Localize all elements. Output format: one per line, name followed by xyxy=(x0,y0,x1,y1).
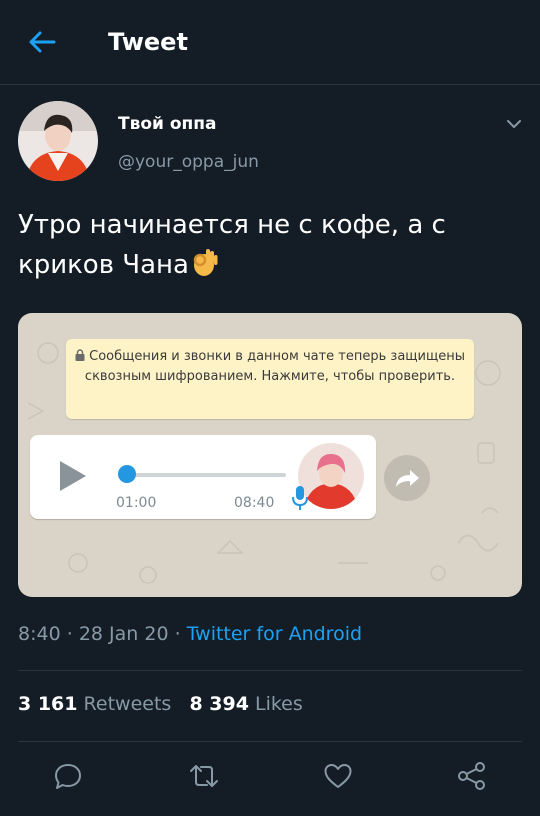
tweet-source-link[interactable]: Twitter for Android xyxy=(187,623,362,645)
tweet-timestamp: 8:40 · 28 Jan 20 · Twitter for Android xyxy=(18,623,362,645)
share-icon[interactable] xyxy=(456,760,488,792)
tweet-time: 8:40 xyxy=(18,623,61,645)
likes-count: 8 394 xyxy=(189,693,249,715)
forward-icon xyxy=(396,470,419,487)
voice-progress-knob[interactable] xyxy=(118,465,136,483)
forward-button[interactable] xyxy=(384,455,430,501)
likes-stat[interactable]: 8 394 Likes xyxy=(189,693,302,715)
author-name[interactable]: Твой оппа xyxy=(118,114,217,134)
voice-sent-time: 08:40 xyxy=(234,495,275,511)
divider xyxy=(18,741,522,742)
tweet-text-content: Утро начинается не с кофе, а с криков Ча… xyxy=(18,210,446,280)
chevron-down-icon[interactable] xyxy=(504,114,524,134)
tweet-stats: 3 161 Retweets 8 394 Likes xyxy=(18,693,303,715)
voice-current-time: 01:00 xyxy=(116,495,157,511)
page-title: Tweet xyxy=(108,28,188,56)
arrow-left-icon[interactable] xyxy=(26,26,58,58)
play-icon[interactable] xyxy=(58,459,88,493)
retweets-stat[interactable]: 3 161 Retweets xyxy=(18,693,171,715)
voice-progress-track[interactable] xyxy=(128,473,286,477)
retweet-icon[interactable] xyxy=(188,760,220,792)
divider xyxy=(18,670,522,671)
top-bar: Tweet xyxy=(0,0,540,85)
encryption-notice-text: Сообщения и звонки в данном чате теперь … xyxy=(84,349,465,384)
retweets-label: Retweets xyxy=(83,693,172,715)
reply-icon[interactable] xyxy=(52,760,84,792)
voice-message-bubble[interactable]: 01:00 08:40 xyxy=(30,435,376,519)
retweets-count: 3 161 xyxy=(18,693,78,715)
author-handle[interactable]: @your_oppa_jun xyxy=(118,152,259,172)
tweet-media-image[interactable]: Сообщения и звонки в данном чате теперь … xyxy=(18,313,522,597)
tweet-date: 28 Jan 20 xyxy=(78,623,169,645)
meta-separator: · xyxy=(174,623,181,645)
encryption-notice[interactable]: Сообщения и звонки в данном чате теперь … xyxy=(66,339,474,419)
tweet-text: Утро начинается не с кофе, а с криков Ча… xyxy=(18,205,518,285)
author-avatar[interactable] xyxy=(18,101,98,181)
likes-label: Likes xyxy=(254,693,303,715)
microphone-icon xyxy=(292,486,308,510)
meta-separator: · xyxy=(66,623,73,645)
like-icon[interactable] xyxy=(322,760,354,792)
lock-icon xyxy=(75,349,85,361)
ok-hand-emoji xyxy=(193,249,218,276)
